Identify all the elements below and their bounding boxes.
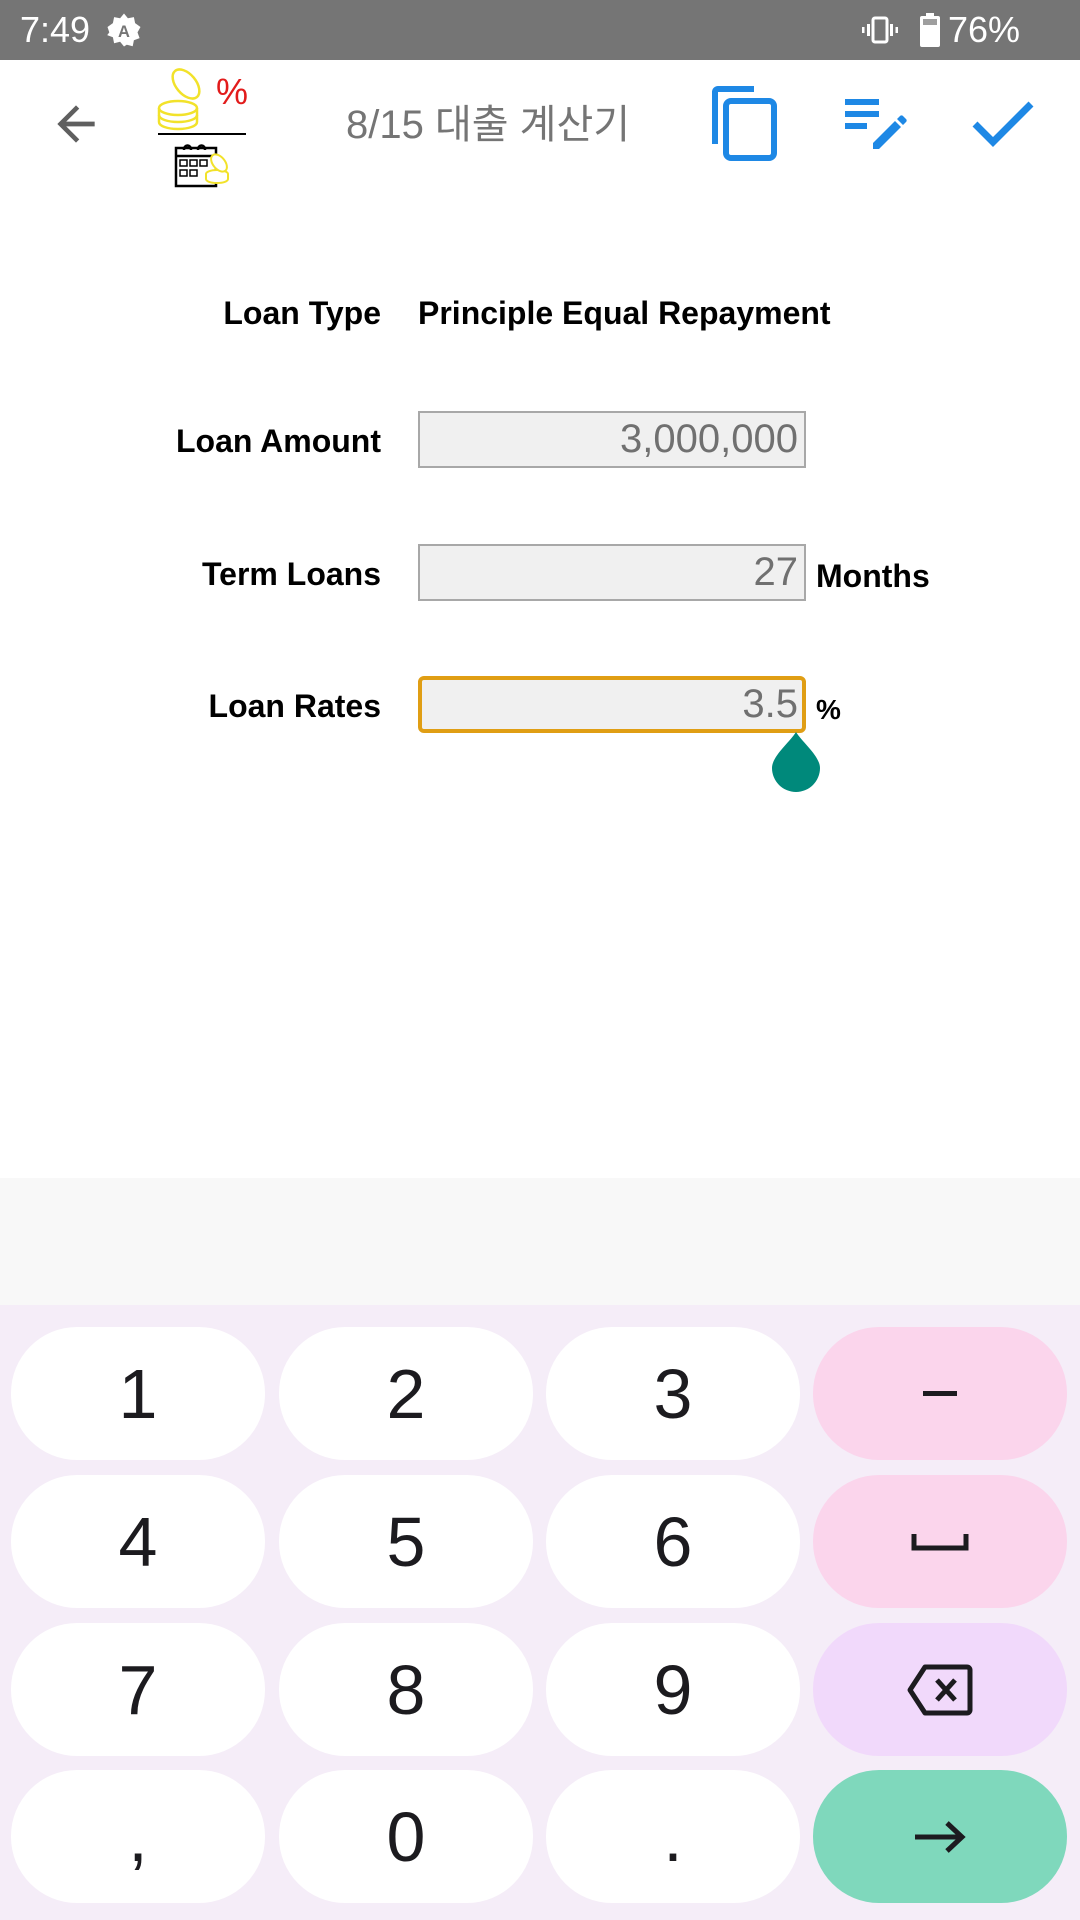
- status-time: 7:49: [20, 9, 91, 50]
- term-loans-row: Term Loans 27 Months: [0, 544, 1080, 604]
- key-space[interactable]: [813, 1475, 1067, 1608]
- key-backspace[interactable]: [813, 1623, 1067, 1756]
- term-loans-input[interactable]: 27: [418, 544, 806, 601]
- key-period[interactable]: .: [546, 1770, 800, 1903]
- key-4[interactable]: 4: [11, 1475, 265, 1608]
- key-minus[interactable]: [813, 1327, 1067, 1460]
- term-loans-label: Term Loans: [202, 556, 381, 592]
- rate-unit-label: %: [816, 694, 841, 725]
- loan-type-label: Loan Type: [223, 295, 381, 331]
- key-1[interactable]: 1: [11, 1327, 265, 1460]
- numeric-keyboard: 1 2 3 4 5 6 7 8 9 , 0 .: [0, 1305, 1080, 1920]
- term-unit-label: Months: [816, 558, 930, 594]
- loan-amount-label: Loan Amount: [176, 423, 381, 459]
- toolbar: % 8/15 대출 계산기: [0, 60, 1080, 192]
- key-comma[interactable]: ,: [11, 1770, 265, 1903]
- key-7[interactable]: 7: [11, 1623, 265, 1756]
- arrow-left-icon: [57, 105, 95, 143]
- backspace-icon: [907, 1664, 973, 1715]
- status-bar: 7:49 A 76%: [0, 0, 1080, 60]
- key-0[interactable]: 0: [279, 1770, 533, 1903]
- space-icon: [911, 1533, 969, 1550]
- loan-amount-row: Loan Amount 3,000,000: [0, 411, 1080, 471]
- key-6[interactable]: 6: [546, 1475, 800, 1608]
- svg-text:%: %: [216, 71, 248, 112]
- text-cursor-handle[interactable]: [770, 730, 822, 792]
- copy-button[interactable]: [703, 82, 787, 166]
- key-9[interactable]: 9: [546, 1623, 800, 1756]
- arrow-right-icon: [915, 1820, 966, 1853]
- loan-type-value[interactable]: Principle Equal Repayment: [418, 291, 831, 335]
- key-8[interactable]: 8: [279, 1623, 533, 1756]
- battery-percent: 76%: [948, 9, 1021, 50]
- check-icon: [972, 101, 1034, 147]
- keyboard-suggestion-strip: [0, 1178, 1080, 1305]
- edit-button[interactable]: [833, 82, 917, 166]
- back-button[interactable]: [40, 88, 112, 160]
- loan-rates-input[interactable]: 3.5: [418, 676, 806, 733]
- loan-type-row: Loan Type Principle Equal Repayment: [0, 283, 1080, 343]
- loan-rates-label: Loan Rates: [208, 688, 381, 724]
- edit-list-icon: [845, 99, 907, 149]
- key-2[interactable]: 2: [279, 1327, 533, 1460]
- app-title: 8/15 대출 계산기: [346, 103, 631, 147]
- loan-amount-input[interactable]: 3,000,000: [418, 411, 806, 468]
- vibrate-icon: [862, 16, 898, 44]
- key-next[interactable]: [813, 1770, 1067, 1903]
- auto-brightness-icon: A: [107, 13, 141, 47]
- key-5[interactable]: 5: [279, 1475, 533, 1608]
- confirm-button[interactable]: [961, 82, 1045, 166]
- key-3[interactable]: 3: [546, 1327, 800, 1460]
- copy-icon: [712, 86, 777, 161]
- loan-calculator-logo: %: [157, 68, 248, 188]
- battery-icon: [920, 13, 940, 47]
- loan-rates-row: Loan Rates 3.5 %: [0, 676, 1080, 736]
- minus-icon: [923, 1390, 957, 1396]
- svg-text:A: A: [118, 23, 130, 41]
